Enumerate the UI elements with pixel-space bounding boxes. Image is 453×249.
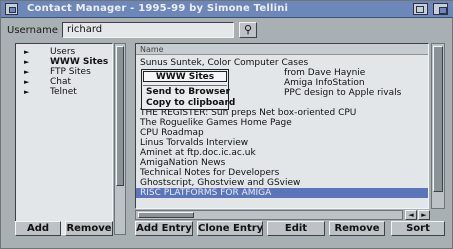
list-column-header[interactable]: Name — [136, 44, 428, 55]
tree-item-ftp-sites[interactable]: ► FTP Sites — [16, 67, 112, 77]
arrow-right-icon: ► — [421, 211, 427, 219]
tree-item-label: Users — [50, 47, 76, 57]
list-horizontal-scrollbar[interactable] — [135, 210, 403, 220]
scroll-right-button[interactable]: ► — [418, 210, 430, 220]
remove-entry-button[interactable]: Remove — [329, 221, 385, 236]
list-item[interactable]: Technical Notes for Developers — [136, 168, 428, 178]
remove-category-button[interactable]: Remove — [65, 221, 113, 236]
title-bar[interactable]: Contact Manager - 1995-99 by Simone Tell… — [1, 1, 453, 18]
tree-item-label: Telnet — [50, 87, 77, 97]
scroll-left-button[interactable]: ◄ — [405, 210, 417, 220]
window-title: Contact Manager - 1995-99 by Simone Tell… — [27, 3, 289, 14]
list-item[interactable]: CPU Roadmap — [136, 128, 428, 138]
zoom-gadget-icon[interactable] — [413, 3, 428, 15]
arrow-left-icon: ◄ — [408, 211, 414, 219]
edit-button[interactable]: Edit — [267, 221, 325, 236]
tree-item-telnet[interactable]: ► Telnet — [16, 87, 112, 97]
tree-item-chat[interactable]: ► Chat — [16, 77, 112, 87]
vertical-scrollbar-thumb[interactable] — [433, 46, 443, 192]
tree-item-www-sites[interactable]: ► WWW Sites — [16, 57, 112, 67]
username-label: Username — [7, 25, 58, 36]
menu-item-send-to-browser[interactable]: Send to Browser — [143, 87, 230, 98]
contact-manager-window: Contact Manager - 1995-99 by Simone Tell… — [0, 0, 453, 249]
tree-item-users[interactable]: ► Users — [16, 47, 112, 57]
triangle-right-icon: ► — [24, 78, 30, 86]
find-button[interactable]: ⚲ — [239, 22, 257, 38]
list-item-selected[interactable]: RISC PLATFORMS FOR AMIGA — [136, 188, 428, 198]
depth-gadget-icon[interactable] — [433, 3, 448, 15]
triangle-right-icon: ► — [24, 88, 30, 96]
list-item[interactable]: The Roguelike Games Home Page — [136, 118, 428, 128]
list-item[interactable]: Ghostscript, Ghostview and GSview — [136, 178, 428, 188]
horizontal-scrollbar-thumb[interactable] — [138, 212, 194, 218]
context-menu: WWW Sites Send to Browser Copy to clipbo… — [141, 69, 235, 110]
triangle-right-icon: ► — [24, 58, 30, 66]
list-item[interactable]: Sunus Suntek, Color Computer Cases — [136, 58, 428, 68]
menu-separator — [143, 85, 227, 86]
list-item[interactable]: Linus Torvalds Interview — [136, 138, 428, 148]
add-entry-button[interactable]: Add Entry — [135, 221, 193, 236]
sort-button[interactable]: Sort — [391, 221, 445, 236]
entry-list[interactable]: Name Sunus Suntek, Color Computer Cases … — [135, 43, 429, 209]
tree-item-label: Chat — [50, 77, 72, 87]
triangle-right-icon: ► — [24, 48, 30, 56]
list-item[interactable]: Aminet at ftp.doc.ic.ac.uk — [136, 148, 428, 158]
tree-item-label: FTP Sites — [50, 67, 91, 77]
tree-scrollbar-thumb[interactable] — [116, 46, 124, 186]
clone-entry-button[interactable]: Clone Entry — [197, 221, 263, 236]
magnifier-icon: ⚲ — [243, 23, 253, 36]
menu-item-copy-to-clipboard[interactable]: Copy to clipboard — [143, 98, 235, 109]
category-tree[interactable]: ► Users ► WWW Sites ► FTP Sites ► Chat ►… — [15, 43, 113, 235]
add-category-button[interactable]: Add — [15, 221, 61, 236]
username-input[interactable]: richard — [62, 22, 234, 38]
list-vertical-scrollbar[interactable] — [431, 43, 445, 209]
tree-scrollbar[interactable] — [114, 43, 126, 235]
tree-item-label: WWW Sites — [50, 57, 109, 67]
close-gadget-icon[interactable] — [5, 3, 18, 15]
list-item[interactable]: AmigaNation News — [136, 158, 428, 168]
triangle-right-icon: ► — [24, 68, 30, 76]
context-menu-title: WWW Sites — [143, 71, 227, 82]
